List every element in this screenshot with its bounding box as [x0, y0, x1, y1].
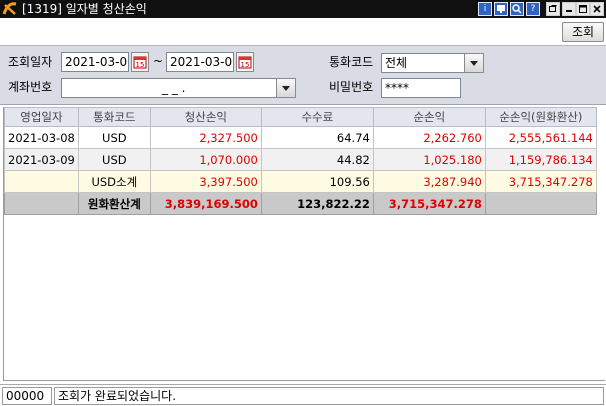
date-label: 조회일자 — [8, 55, 53, 69]
pnl-grid: 영업일자 통화코드 청산손익 수수료 순손익 순손익(원화환산) 2021-03… — [3, 107, 605, 381]
calendar-from-icon[interactable]: 15 — [131, 52, 149, 72]
currency-label: 통화코드 — [329, 55, 374, 69]
title-bar: [1319] 일자별 청산손익 i ? — [0, 0, 606, 18]
svg-text:15: 15 — [136, 61, 145, 69]
currency-dropdown-button[interactable] — [464, 53, 484, 73]
cell-net-krw: 1,159,786.134 — [484, 148, 597, 171]
date-to-input[interactable]: 2021-03-09 — [166, 52, 234, 72]
chevron-down-icon — [470, 61, 478, 66]
query-button[interactable]: 조회 — [562, 22, 604, 42]
toolbar: 조회 — [0, 18, 606, 45]
cell-net-krw: 2,555,561.144 — [484, 126, 597, 149]
column-header-net[interactable]: 순손익 — [372, 107, 486, 127]
cell-net: 3,287.940 — [372, 170, 486, 193]
cell-net: 3,715,347.278 — [372, 192, 486, 215]
account-label: 계좌번호 — [8, 80, 53, 94]
calendar-to-icon[interactable]: 15 — [236, 52, 254, 72]
column-header-net-krw[interactable]: 순손익(원화환산) — [484, 107, 597, 127]
minimize-icon[interactable] — [562, 2, 576, 16]
restore-icon[interactable] — [546, 2, 560, 16]
help-icon[interactable]: ? — [526, 2, 540, 16]
column-header-fee[interactable]: 수수료 — [260, 107, 374, 127]
subtotal-row[interactable]: USD소계 3,397.500 109.56 3,287.940 3,715,3… — [4, 170, 597, 193]
cell-currency: USD소계 — [77, 170, 151, 193]
maximize-icon[interactable] — [576, 2, 590, 16]
table-header-row: 영업일자 통화코드 청산손익 수수료 순손익 순손익(원화환산) — [4, 107, 597, 127]
status-code: 00000 — [2, 387, 52, 405]
total-row[interactable]: 원화환산계 3,839,169.500 123,822.22 3,715,347… — [4, 192, 597, 215]
cell-currency: USD — [77, 126, 151, 149]
cell-currency: 원화환산계 — [77, 192, 151, 215]
account-dropdown-button[interactable] — [276, 78, 296, 98]
cell-fee: 109.56 — [260, 170, 374, 193]
status-message: 조회가 완료되었습니다. — [54, 387, 604, 405]
search-icon[interactable] — [510, 2, 524, 16]
cell-fee: 123,822.22 — [260, 192, 374, 215]
column-header-pnl[interactable]: 청산손익 — [149, 107, 262, 127]
pnl-table: 영업일자 통화코드 청산손익 수수료 순손익 순손익(원화환산) 2021-03… — [4, 107, 597, 215]
cell-pnl: 1,070.000 — [149, 148, 262, 171]
date-separator: ~ — [153, 54, 164, 68]
table-row[interactable]: 2021-03-08 USD 2,327.500 64.74 2,262.760… — [4, 126, 597, 149]
cell-pnl: 2,327.500 — [149, 126, 262, 149]
table-row[interactable]: 2021-03-09 USD 1,070.000 44.82 1,025.180… — [4, 148, 597, 171]
cell-date: 2021-03-08 — [4, 126, 79, 149]
status-bar: 00000 조회가 완료되었습니다. — [0, 384, 606, 406]
info-icon[interactable]: i — [478, 2, 492, 16]
password-label: 비밀번호 — [329, 80, 374, 94]
date-from-input[interactable]: 2021-03-08 — [61, 52, 129, 72]
cell-date: 2021-03-09 — [4, 148, 79, 171]
svg-text:15: 15 — [241, 61, 250, 69]
column-header-date[interactable]: 영업일자 — [4, 107, 79, 127]
close-icon[interactable] — [590, 2, 604, 16]
screen-icon[interactable] — [494, 2, 508, 16]
cell-net-krw — [484, 192, 597, 215]
currency-select[interactable]: 전체 — [381, 53, 465, 73]
column-header-currency[interactable]: 통화코드 — [77, 107, 151, 127]
cell-date — [4, 170, 79, 193]
account-select[interactable]: _ _ . — [61, 78, 277, 98]
cell-date — [4, 192, 79, 215]
password-input[interactable]: **** — [381, 78, 461, 98]
chevron-down-icon — [282, 86, 290, 91]
cell-pnl: 3,839,169.500 — [149, 192, 262, 215]
cell-net: 1,025.180 — [372, 148, 486, 171]
cell-net-krw: 3,715,347.278 — [484, 170, 597, 193]
window-title: [1319] 일자별 청산손익 — [22, 2, 147, 16]
filter-panel: 조회일자 2021-03-08 15 ~ 2021-03-09 15 통화코드 … — [0, 45, 606, 105]
cell-currency: USD — [77, 148, 151, 171]
cell-net: 2,262.760 — [372, 126, 486, 149]
cell-fee: 44.82 — [260, 148, 374, 171]
cell-pnl: 3,397.500 — [149, 170, 262, 193]
cell-fee: 64.74 — [260, 126, 374, 149]
app-logo-icon — [2, 1, 18, 17]
